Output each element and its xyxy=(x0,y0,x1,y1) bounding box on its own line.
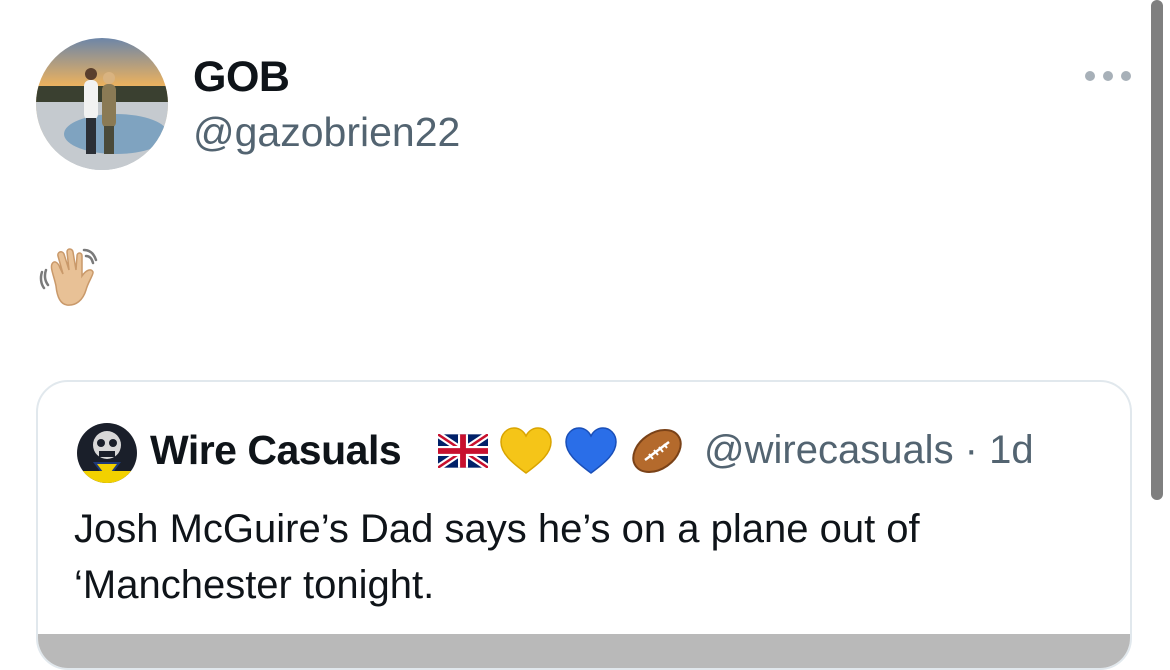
quote-author-display-name[interactable]: Wire Casuals xyxy=(150,424,402,476)
yellow-heart-icon xyxy=(499,426,553,481)
quote-media-preview[interactable] xyxy=(38,634,1130,668)
dot xyxy=(1085,71,1095,81)
rugby-ball-icon xyxy=(629,426,685,481)
quote-author-handle-time[interactable]: @wirecasuals · 1d xyxy=(704,424,1034,476)
quoted-tweet-card[interactable]: Wire Casuals @wirecasuals · 1d Josh McGu… xyxy=(36,380,1132,670)
author-handle[interactable]: @gazobrien22 xyxy=(193,108,460,156)
dot xyxy=(1121,71,1131,81)
waving-hand-emoji xyxy=(36,246,104,310)
dot xyxy=(1103,71,1113,81)
author-display-name[interactable]: GOB xyxy=(193,52,290,102)
scrollbar[interactable] xyxy=(1151,0,1163,500)
quote-author-emojis xyxy=(436,426,685,481)
more-options-icon[interactable] xyxy=(1085,66,1131,86)
author-avatar[interactable] xyxy=(36,38,168,170)
quote-text: Josh McGuire’s Dad says he’s on a plane … xyxy=(74,507,920,607)
quote-author-avatar[interactable] xyxy=(77,423,137,483)
uk-flag-icon xyxy=(436,431,490,473)
blue-heart-icon xyxy=(564,426,618,481)
